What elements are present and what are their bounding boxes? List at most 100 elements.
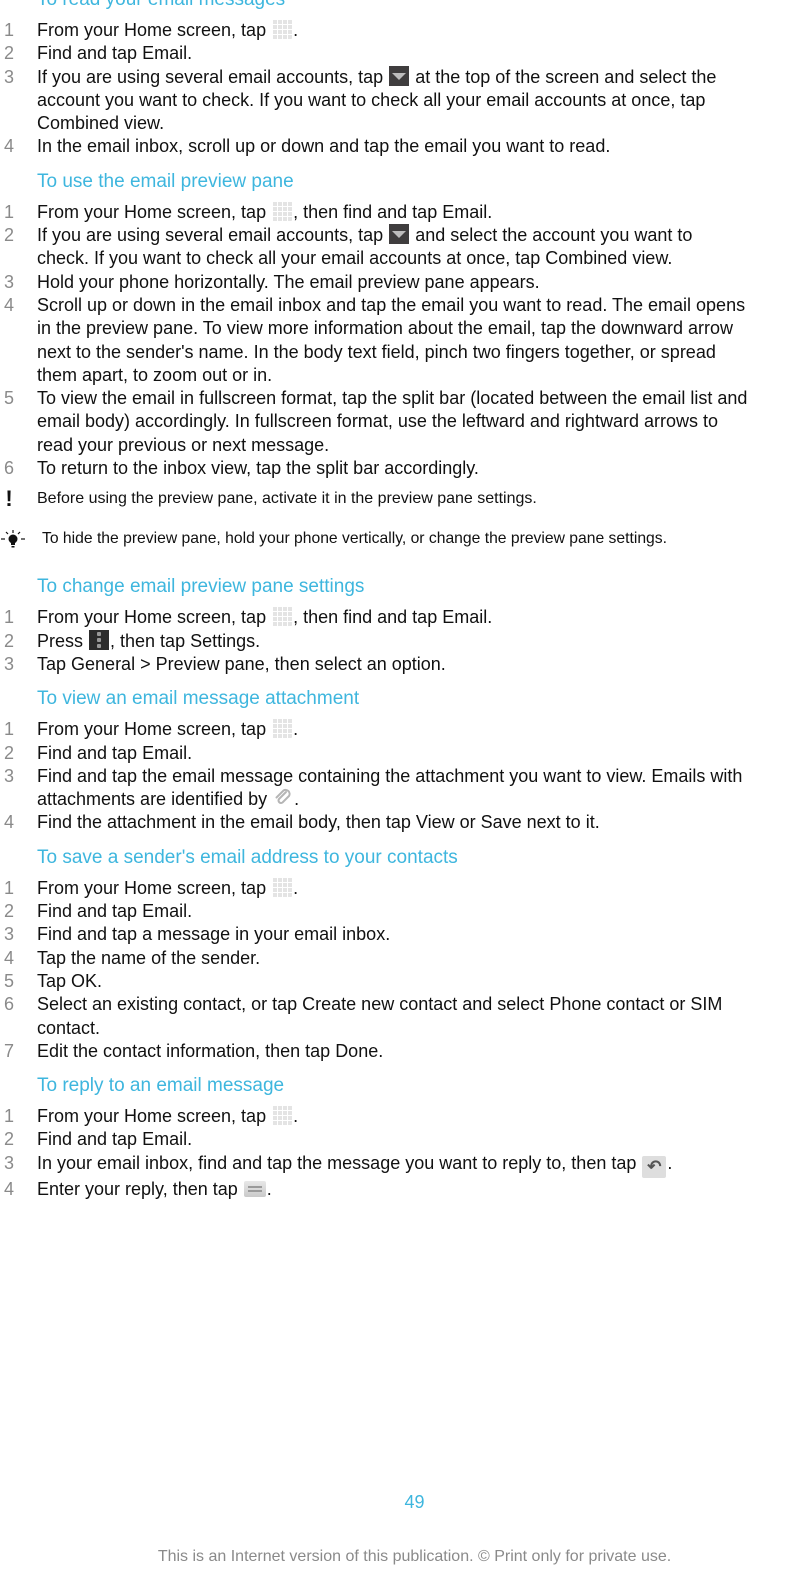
step-text: Find and tap a message in your email inb… [37, 924, 391, 945]
step-text: > [135, 653, 156, 674]
step-text: From your Home screen, tap [37, 719, 272, 740]
step-text: . [97, 970, 103, 991]
apps-grid-icon [272, 200, 293, 221]
step: 3 Find and tap a message in your email in… [0, 923, 799, 946]
step-text: next to it. [521, 812, 600, 833]
warning-note: ! Before using the preview pane, activat… [0, 488, 799, 510]
step-text: Select an existing contact, or tap [37, 994, 303, 1015]
ui-term: Combined view [37, 113, 160, 134]
step-number: 3 [4, 653, 15, 674]
ui-term: Combined view [545, 248, 668, 269]
step: 2 Find and tap Email. [0, 742, 799, 765]
note-text: Before using the preview pane, activate … [37, 490, 537, 508]
step-text: . [378, 1040, 384, 1061]
section-reply-email: To reply to an email message 1 From your … [0, 1074, 799, 1201]
reply-icon: ↶ [642, 1155, 667, 1178]
ui-term: Preview pane [155, 653, 265, 674]
step-text: Press [37, 630, 89, 651]
step: 4 In the email inbox, scroll up or down a… [0, 135, 799, 158]
step-text: . [487, 201, 493, 222]
step-number: 4 [4, 947, 15, 968]
exclamation-icon: ! [5, 486, 13, 512]
step-number: 3 [4, 924, 15, 945]
step: 7 Edit the contact information, then tap … [0, 1040, 799, 1063]
lightbulb-icon [0, 530, 26, 557]
step: 2 Find and tap Email. [0, 42, 799, 65]
step-text: . [187, 1129, 193, 1150]
step-text: . [293, 20, 299, 40]
step-number: 2 [4, 1129, 15, 1150]
document-page: To read your email messages 1 From your H… [0, 0, 799, 1212]
step-number: 3 [4, 271, 15, 292]
step: 6 Select an existing contact, or tap Crea… [0, 993, 799, 1040]
step-text: . [187, 742, 193, 763]
step-text: , then find and tap [293, 201, 443, 222]
step-text: . [95, 1017, 101, 1038]
step: 3 Find and tap the email message containi… [0, 765, 799, 812]
ui-term: Done [335, 1040, 379, 1061]
step-text: . [487, 607, 493, 628]
step-text: or [454, 812, 481, 833]
ui-term: Settings [190, 630, 256, 651]
step-text: . [667, 1152, 673, 1173]
step: 1 From your Home screen, tap . [0, 1105, 799, 1128]
step-number: 3 [4, 66, 15, 87]
ui-term: Email [142, 742, 188, 763]
step-number: 3 [4, 765, 15, 786]
step-number: 5 [4, 388, 15, 409]
step-text: . [187, 43, 193, 64]
step-number: 2 [4, 225, 15, 246]
step-text: Find and tap [37, 43, 143, 64]
step-text: Tap the name of the sender. [37, 947, 261, 968]
step-list: 1 From your Home screen, tap . 2 Find and … [0, 718, 799, 834]
dropdown-arrow-icon [389, 65, 410, 86]
step-number: 4 [4, 136, 15, 157]
step-text: From your Home screen, tap [37, 1106, 272, 1127]
step-text: , then select an option. [264, 653, 446, 674]
ui-term: Email [142, 1129, 188, 1150]
apps-grid-icon [272, 876, 293, 897]
apps-grid-icon [272, 1105, 293, 1126]
step: 3 If you are using several email accounts… [0, 65, 799, 136]
step-text: Find and tap [37, 901, 143, 922]
step-number: 6 [4, 458, 15, 479]
ui-term: General [71, 653, 136, 674]
step-text: Edit the contact information, then tap [37, 1040, 336, 1061]
step-text: . [187, 901, 193, 922]
note-text: To hide the preview pane, hold your phon… [42, 530, 667, 548]
step-text: . [293, 1106, 299, 1127]
step: 3 Hold your phone horizontally. The email… [0, 271, 799, 294]
step-text: If you are using several email accounts,… [37, 66, 389, 87]
step-text: Enter your reply, then tap [37, 1178, 243, 1199]
step-number: 5 [4, 970, 15, 991]
step: 1 From your Home screen, tap . [0, 876, 799, 900]
menu-icon [89, 629, 110, 650]
step-text: From your Home screen, tap [37, 201, 272, 222]
step-list: 1 From your Home screen, tap . 2 Find and … [0, 19, 799, 159]
footer-notice: This is an Internet version of this publ… [157, 1548, 672, 1565]
step-text: Find and tap the email message containin… [37, 765, 743, 810]
step: 5 Tap OK. [0, 970, 799, 993]
step-text: Tap [37, 653, 72, 674]
step: 4 Tap the name of the sender. [0, 947, 799, 970]
step-number: 2 [4, 630, 15, 651]
step-text: To return to the inbox view, tap the spl… [37, 458, 479, 479]
section-preview-pane: To use the email preview pane 1 From your… [0, 170, 799, 551]
ui-term: Email [142, 901, 188, 922]
section-heading: To change email preview pane settings [37, 576, 365, 598]
step-text: . [667, 248, 673, 269]
step-text: Find the attachment in the email body, t… [37, 812, 416, 833]
step: 3 Tap General > Preview pane, then select… [0, 653, 799, 676]
section-save-sender: To save a sender's email address to your… [0, 846, 799, 1063]
step-list: 1 From your Home screen, tap . 2 Find and … [0, 876, 799, 1063]
section-heading: To use the email preview pane [37, 170, 294, 192]
step-number: 1 [4, 719, 15, 740]
send-icon [243, 1180, 266, 1197]
section-heading: To read your email messages [0, 0, 799, 12]
step-text: From your Home screen, tap [37, 607, 272, 628]
apps-grid-icon [272, 718, 293, 739]
step-text: From your Home screen, tap [37, 877, 272, 898]
step-number: 4 [4, 812, 15, 833]
step: 2 Find and tap Email. [0, 1128, 799, 1151]
page-number: 49 [404, 1492, 425, 1512]
